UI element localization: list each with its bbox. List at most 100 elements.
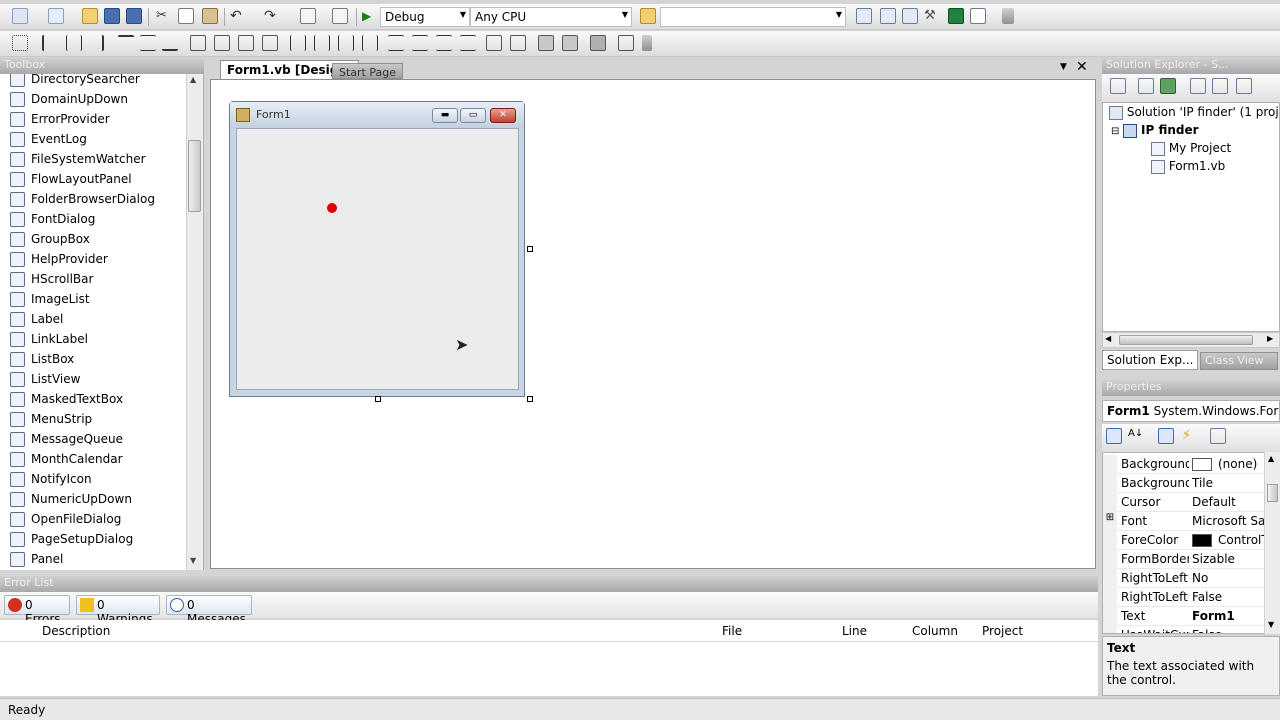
collapse-icon[interactable]: ⊟ [1111,126,1119,137]
properties-scroll-thumb[interactable] [1267,484,1278,502]
column-header-line[interactable]: Line [842,624,867,638]
view-class-diagram-icon[interactable] [1236,78,1252,94]
redo-icon[interactable]: ↷ [264,8,280,24]
toolbox-title[interactable]: Toolbox [0,58,204,74]
error-list-title[interactable]: Error List [0,576,1098,592]
vertical-spacing-icon[interactable] [388,35,404,51]
property-value[interactable]: Tile [1192,476,1264,490]
toolbox-item[interactable]: Label [0,310,186,330]
properties-scrollbar[interactable]: ▲ ▼ [1264,452,1280,634]
toolbox-item[interactable]: DomainUpDown [0,90,186,110]
tab-solution-explorer[interactable]: Solution Exp... [1102,350,1198,370]
align-bottoms-icon[interactable] [162,35,178,51]
navigate-backward-icon[interactable] [300,8,316,24]
toolbox-item[interactable]: HelpProvider [0,250,186,270]
scroll-down-icon[interactable]: ▼ [1268,620,1274,629]
tree-item-my-project[interactable]: My Project [1151,141,1231,156]
toolbox-item[interactable]: OpenFileDialog [0,510,186,530]
copy-icon[interactable] [178,8,194,24]
decrease-horizontal-spacing-icon[interactable] [338,35,354,51]
property-value[interactable]: (none) [1192,457,1264,471]
property-row[interactable]: ForeColor ControlText [1103,531,1265,550]
hscroll-thumb[interactable] [1119,335,1253,345]
refresh-icon[interactable] [1160,78,1176,94]
resize-handle-corner[interactable] [527,396,533,402]
paste-icon[interactable] [202,8,218,24]
solution-explorer-title[interactable]: Solution Explorer - S... [1102,58,1280,74]
expand-icon[interactable]: ⊞ [1103,512,1117,531]
send-to-back-icon[interactable] [562,35,578,51]
increase-vertical-spacing-icon[interactable] [412,35,428,51]
active-files-dropdown-icon[interactable]: ▼ [1060,62,1067,72]
tree-item-solution[interactable]: Solution 'IP finder' (1 project) [1109,105,1279,120]
solution-explorer-icon[interactable] [856,8,872,24]
scroll-right-icon[interactable]: ▶ [1267,334,1273,343]
minimize-icon[interactable]: ▬ [432,108,458,123]
open-folder-icon[interactable] [82,8,98,24]
tab-class-view[interactable]: Class View [1200,352,1278,370]
property-row[interactable]: Text Form1 [1103,607,1265,626]
horizontal-spacing-icon[interactable] [290,35,306,51]
toolbox-item[interactable]: MenuStrip [0,410,186,430]
toolbox-item[interactable]: ListView [0,370,186,390]
object-browser-icon[interactable] [902,8,918,24]
toolbox-item[interactable]: FontDialog [0,210,186,230]
bring-to-front-icon[interactable] [538,35,554,51]
property-value[interactable]: Default [1192,495,1264,509]
view-code-icon[interactable] [1190,78,1206,94]
toolbox-item[interactable]: EventLog [0,130,186,150]
show-all-files-icon[interactable] [1138,78,1154,94]
toolbox-item[interactable]: MonthCalendar [0,450,186,470]
property-value[interactable]: ControlText [1192,533,1264,547]
column-header-project[interactable]: Project [982,624,1023,638]
properties-object-selector[interactable]: Form1 System.Windows.Forms.Form [1102,400,1280,422]
errors-filter-button[interactable]: 0 Errors [4,595,70,626]
save-icon[interactable] [104,8,120,24]
property-value[interactable]: No [1192,571,1264,585]
toolbox-item[interactable]: NumericUpDown [0,490,186,510]
toolbox-scroll-thumb[interactable] [188,140,201,212]
warnings-filter-button[interactable]: 0 Warnings [76,595,160,626]
center-vertically-icon[interactable] [510,35,526,51]
property-row[interactable]: BackgroundImage (none) [1103,455,1265,474]
scroll-up-icon[interactable]: ▲ [1268,454,1274,463]
toolbox-item[interactable]: FileSystemWatcher [0,150,186,170]
remove-horizontal-spacing-icon[interactable] [362,35,378,51]
navigate-forward-icon[interactable] [332,8,348,24]
command-window-icon[interactable] [970,8,986,24]
find-in-files-icon[interactable] [640,8,656,24]
find-combo[interactable]: ▼ [660,7,846,27]
property-row[interactable]: ⊞ Font Microsoft Sans Serif [1103,512,1265,531]
start-debugging-icon[interactable]: ▶ [362,8,378,24]
column-header-description[interactable]: Description [42,624,110,638]
toolbox-icon[interactable]: ⚒ [924,8,940,24]
make-same-height-icon[interactable] [238,35,254,51]
tree-item-project[interactable]: ⊟ IP finder [1111,123,1199,138]
scroll-down-icon[interactable]: ▼ [190,556,196,565]
form1-window[interactable]: Form1 ▬ ▭ ✕ ➤ [229,101,525,397]
property-value[interactable]: False [1192,590,1264,604]
solution-configuration-combo[interactable]: Debug ▼ [380,7,470,27]
property-value[interactable]: False [1192,628,1264,633]
align-to-grid-icon[interactable] [12,35,28,51]
form-designer-surface[interactable]: Form1 ▬ ▭ ✕ ➤ [210,79,1096,569]
align-tops-icon[interactable] [118,35,134,51]
toolbox-item[interactable]: NotifyIcon [0,470,186,490]
properties-title[interactable]: Properties [1102,380,1280,396]
lock-controls-icon[interactable] [618,35,634,51]
start-page-icon[interactable] [948,8,964,24]
center-horizontally-icon[interactable] [486,35,502,51]
resize-handle-right[interactable] [527,246,533,252]
column-header-column[interactable]: Column [912,624,958,638]
property-row[interactable]: BackgroundImageLayoutTile [1103,474,1265,493]
property-row[interactable]: Cursor Default [1103,493,1265,512]
toolbox-item[interactable]: ListBox [0,350,186,370]
solution-explorer-hscrollbar[interactable]: ◀ ▶ [1102,332,1280,348]
property-pages-icon[interactable] [1210,428,1226,444]
property-row[interactable]: UseWaitCursorFalse [1103,626,1265,633]
scroll-up-icon[interactable]: ▲ [190,75,196,84]
new-project-icon[interactable] [12,8,28,24]
property-row[interactable]: FormBorderStyleSizable [1103,550,1265,569]
close-document-icon[interactable]: ✕ [1076,59,1088,75]
properties-window-icon[interactable] [880,8,896,24]
